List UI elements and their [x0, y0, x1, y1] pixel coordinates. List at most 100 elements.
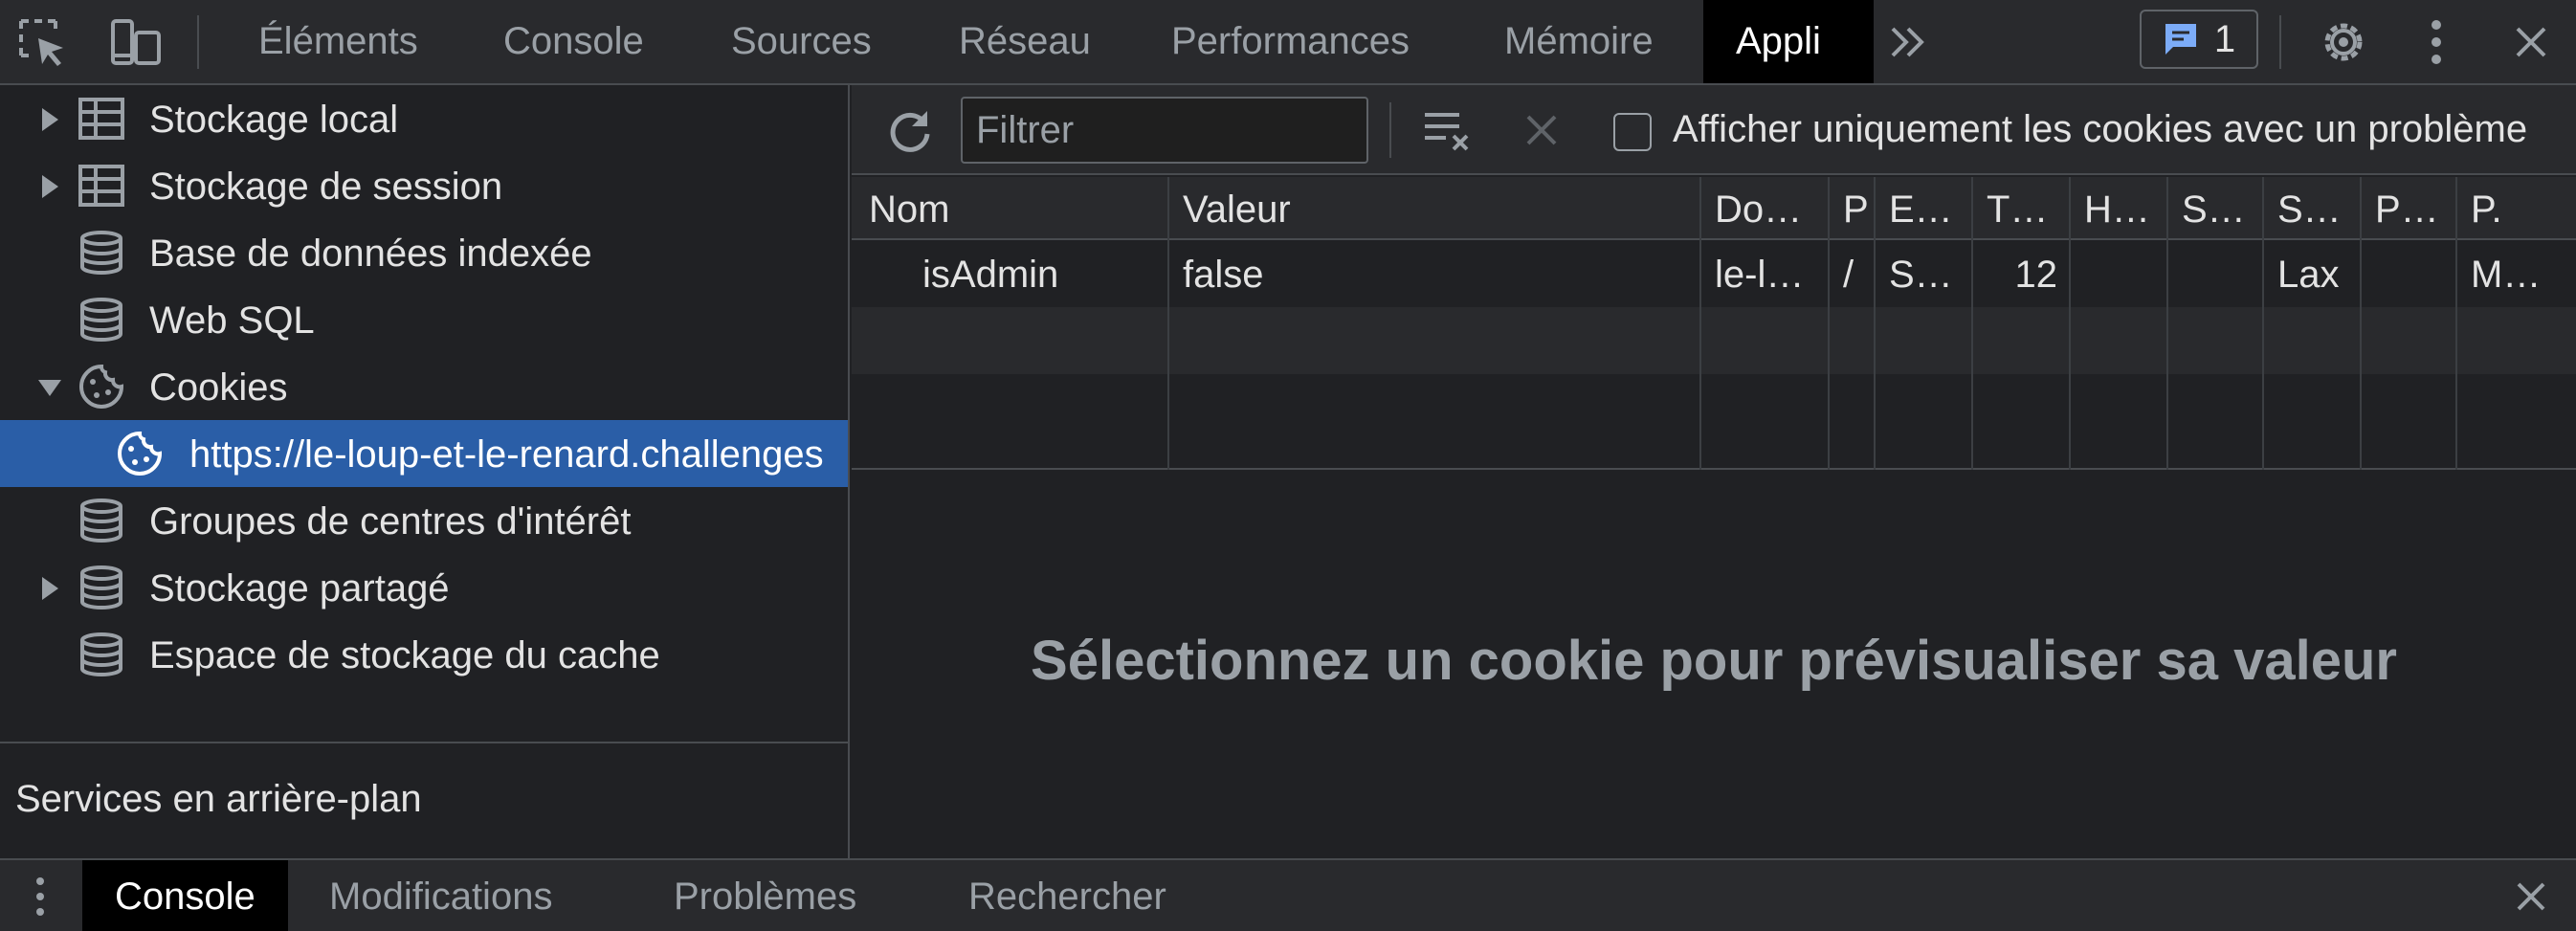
close-devtools-icon[interactable] [2501, 0, 2561, 83]
filter-input[interactable] [961, 97, 1368, 164]
expand-arrow-icon[interactable] [42, 175, 58, 198]
tab-application[interactable]: Appli [1703, 0, 1874, 83]
tab-sources[interactable]: Sources [699, 0, 904, 83]
database-icon [80, 499, 122, 543]
cell-priority[interactable]: M… [2471, 254, 2541, 297]
column-header-name[interactable]: Nom [869, 188, 949, 232]
bottom-drawer: Console Modifications Problèmes Recherch… [0, 858, 2576, 931]
database-icon [80, 632, 122, 676]
tab-memory[interactable]: Mémoire [1472, 0, 1686, 83]
sidebar-item-label: Groupes de centres d'intérêt [149, 500, 632, 543]
column-divider[interactable] [1874, 177, 1876, 470]
drawer-tab-console[interactable]: Console [82, 860, 288, 931]
database-icon [80, 298, 122, 342]
sidebar-item-local-storage[interactable]: Stockage local [0, 85, 848, 152]
sidebar-item-web-sql[interactable]: Web SQL [0, 286, 848, 353]
column-divider[interactable] [1971, 177, 1973, 470]
close-drawer-icon[interactable] [2507, 860, 2555, 931]
sidebar-item-interest-groups[interactable]: Groupes de centres d'intérêt [0, 487, 848, 554]
cookies-table: Nom Valeur Do… P E… T… H… S… S… P… P. is… [852, 177, 2576, 470]
sidebar-item-indexeddb[interactable]: Base de données indexée [0, 219, 848, 286]
issues-count: 1 [2213, 17, 2236, 60]
filterbar-separator [1389, 102, 1391, 158]
column-header-httponly[interactable]: H… [2084, 188, 2150, 232]
database-icon [80, 565, 122, 610]
drawer-tab-search[interactable]: Rechercher [968, 860, 1166, 931]
sidebar-item-label: Stockage partagé [149, 567, 450, 610]
application-sidebar: Stockage local Stockage de session Base … [0, 85, 850, 858]
sidebar-item-cookies[interactable]: Cookies [0, 353, 848, 420]
expand-arrow-icon[interactable] [42, 108, 58, 131]
column-header-value[interactable]: Valeur [1183, 188, 1291, 232]
cell-value[interactable]: false [1183, 254, 1264, 297]
table-row-empty [852, 307, 2576, 374]
sidebar-item-shared-storage[interactable]: Stockage partagé [0, 554, 848, 621]
table-grid-icon [78, 98, 124, 140]
toolbar-separator [197, 15, 199, 69]
column-header-partition-key[interactable]: P… [2375, 188, 2439, 232]
column-divider[interactable] [1828, 177, 1830, 470]
expand-arrow-icon[interactable] [42, 577, 58, 600]
drawer-tab-issues[interactable]: Problèmes [674, 860, 856, 931]
only-issues-checkbox-label: Afficher uniquement les cookies avec un … [1673, 108, 2528, 150]
column-header-secure[interactable]: S… [2182, 188, 2246, 232]
table-grid-icon [78, 165, 124, 207]
cell-path[interactable]: / [1843, 254, 1854, 297]
cookie-icon [118, 431, 163, 476]
cell-domain[interactable]: le-l… [1715, 254, 1804, 297]
cell-expires[interactable]: S… [1889, 254, 1953, 297]
column-header-samesite[interactable]: S… [2277, 188, 2342, 232]
sidebar-divider [0, 742, 848, 743]
tab-elements[interactable]: Éléments [226, 0, 451, 83]
column-header-priority[interactable]: P. [2471, 188, 2502, 232]
settings-gear-icon[interactable] [2310, 0, 2377, 83]
drawer-tab-changes[interactable]: Modifications [329, 860, 552, 931]
sidebar-item-cache-storage[interactable]: Espace de stockage du cache [0, 621, 848, 688]
sidebar-item-label: Web SQL [149, 299, 315, 342]
cookies-filter-bar: Afficher uniquement les cookies avec un … [852, 85, 2576, 175]
collapse-arrow-icon[interactable] [38, 380, 61, 396]
sidebar-item-label: https://le-loup-et-le-renard.challenges [189, 433, 824, 476]
column-divider[interactable] [2069, 177, 2071, 470]
kebab-menu-icon[interactable] [2404, 0, 2469, 83]
column-divider[interactable] [2166, 177, 2168, 470]
only-issues-checkbox[interactable] [1613, 113, 1652, 151]
sidebar-item-label: Stockage de session [149, 166, 503, 208]
cell-name[interactable]: isAdmin [922, 254, 1058, 297]
column-header-path[interactable]: P [1843, 188, 1869, 232]
refresh-icon[interactable] [877, 97, 944, 164]
cookie-icon [79, 364, 124, 409]
sidebar-item-session-storage[interactable]: Stockage de session [0, 152, 848, 219]
tab-network[interactable]: Réseau [926, 0, 1123, 83]
cookies-panel: Afficher uniquement les cookies avec un … [852, 85, 2576, 858]
cell-samesite[interactable]: Lax [2277, 254, 2340, 297]
tab-performance[interactable]: Performances [1139, 0, 1442, 83]
devtools-toolbar: Éléments Console Sources Réseau Performa… [0, 0, 2576, 85]
issues-badge[interactable]: 1 [2140, 10, 2258, 69]
column-divider[interactable] [1699, 177, 1701, 470]
cookie-preview-placeholder: Sélectionnez un cookie pour prévisualise… [1031, 630, 2397, 692]
column-divider[interactable] [2455, 177, 2457, 470]
clear-all-filter-icon[interactable] [1416, 99, 1479, 162]
column-header-expires[interactable]: E… [1889, 188, 1953, 232]
inspect-element-icon[interactable] [6, 0, 78, 83]
column-header-domain[interactable]: Do… [1715, 188, 1802, 232]
sidebar-item-label: Stockage local [149, 99, 399, 141]
device-toolbar-icon[interactable] [100, 0, 172, 83]
sidebar-item-label: Espace de stockage du cache [149, 634, 660, 676]
more-tabs-chevron-icon[interactable] [1879, 0, 1937, 83]
delete-selected-icon[interactable] [1510, 99, 1573, 162]
toolbar-separator [2279, 15, 2281, 69]
tab-console[interactable]: Console [471, 0, 677, 83]
cell-size[interactable]: 12 [2010, 254, 2058, 297]
column-divider[interactable] [2262, 177, 2264, 470]
section-title-background-services: Services en arrière-plan [15, 778, 422, 820]
sidebar-item-label: Base de données indexée [149, 233, 592, 275]
column-header-size[interactable]: T… [1987, 188, 2048, 232]
drawer-menu-icon[interactable] [21, 860, 59, 931]
column-divider[interactable] [2360, 177, 2362, 470]
database-icon [80, 231, 122, 275]
column-divider[interactable] [1167, 177, 1169, 470]
chat-issues-icon [2165, 24, 2196, 55]
sidebar-item-cookie-origin[interactable]: https://le-loup-et-le-renard.challenges [0, 420, 848, 487]
